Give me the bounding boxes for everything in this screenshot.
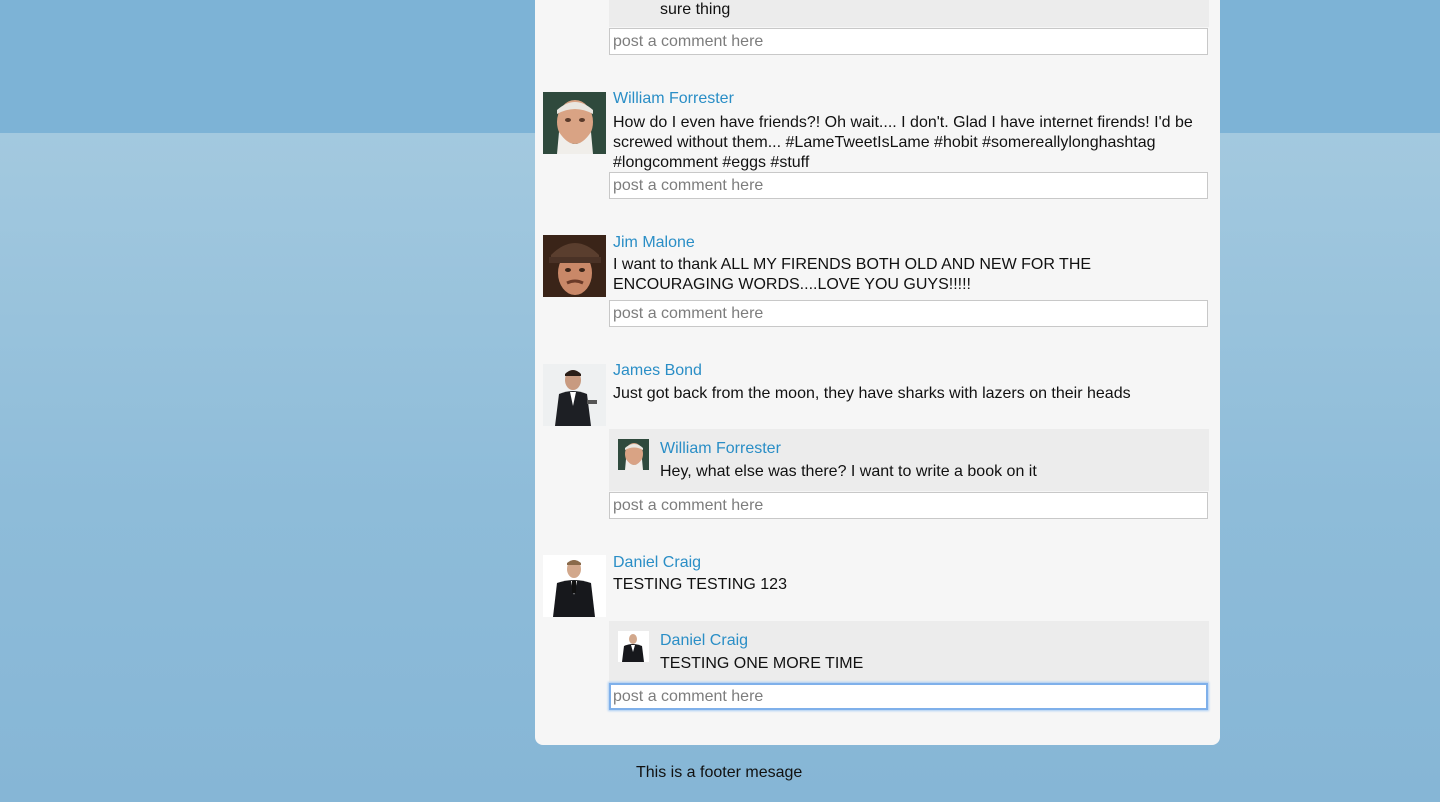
reply-card: William Forrester Hey, what else was the… (609, 429, 1209, 491)
post-author-link[interactable]: William Forrester (613, 89, 734, 109)
reply-avatar (618, 631, 649, 662)
feed-panel: sure thing William Forrester How do I ev… (535, 0, 1220, 745)
reply-text: TESTING ONE MORE TIME (660, 655, 864, 672)
post-text: I want to thank ALL MY FIRENDS BOTH OLD … (613, 256, 1092, 293)
comment-input[interactable] (609, 172, 1208, 199)
post-text: Just got back from the moon, they have s… (613, 385, 1131, 402)
post-author-link[interactable]: James Bond (613, 361, 702, 381)
post-text: How do I even have friends?! Oh wait....… (613, 114, 1193, 171)
comment-input[interactable] (609, 492, 1208, 519)
post-author-link[interactable]: Jim Malone (613, 233, 695, 253)
post-text: TESTING TESTING 123 (613, 576, 787, 593)
daniel-craig-avatar (543, 555, 606, 617)
reply-text: sure thing (660, 1, 731, 18)
reply-author-link[interactable]: William Forrester (660, 439, 781, 459)
footer-message: This is a footer mesage (636, 764, 803, 781)
post-author-link[interactable]: Daniel Craig (613, 553, 701, 573)
william-forrester-avatar (543, 92, 606, 154)
reply-avatar (618, 439, 649, 470)
reply-card: sure thing (609, 0, 1209, 27)
jim-malone-avatar (543, 235, 606, 297)
james-bond-avatar (543, 364, 606, 426)
comment-input[interactable] (609, 683, 1208, 710)
reply-card: Daniel Craig TESTING ONE MORE TIME (609, 621, 1209, 683)
reply-author-link[interactable]: Daniel Craig (660, 631, 748, 651)
reply-text: Hey, what else was there? I want to writ… (660, 463, 1037, 480)
comment-input[interactable] (609, 300, 1208, 327)
comment-input[interactable] (609, 28, 1208, 55)
